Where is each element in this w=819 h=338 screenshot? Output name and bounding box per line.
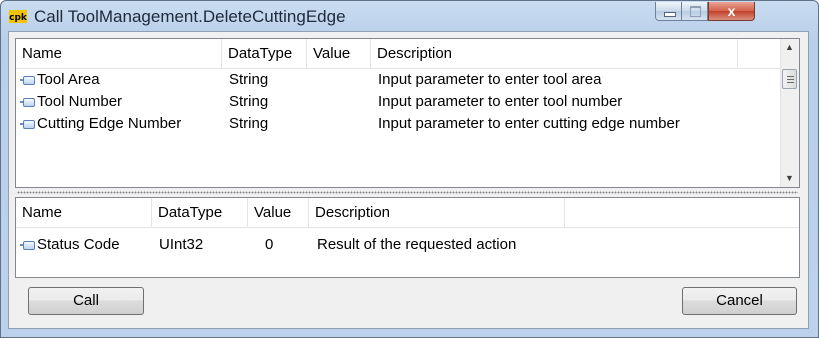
minimize-icon: [664, 12, 676, 17]
param-description: Input parameter to enter tool area: [378, 71, 602, 88]
column-header-value[interactable]: Value: [307, 39, 371, 68]
input-row-cutting-edge-number[interactable]: Cutting Edge Number String Input paramet…: [16, 113, 799, 135]
param-datatype: String: [229, 93, 269, 110]
minimize-button[interactable]: [655, 2, 682, 21]
output-grid-header: Name DataType Value Description: [16, 198, 799, 228]
column-header-description[interactable]: Description: [371, 39, 738, 68]
scroll-down-arrow-icon[interactable]: ▼: [781, 170, 798, 187]
param-name: Cutting Edge Number: [37, 115, 182, 132]
call-button[interactable]: Call: [28, 287, 144, 315]
parameter-icon: [20, 76, 35, 85]
column-header-datatype[interactable]: DataType: [222, 39, 307, 68]
input-parameters-grid[interactable]: Name DataType Value Description Tool Are…: [15, 38, 800, 188]
close-icon: x: [727, 3, 736, 19]
column-header-name[interactable]: Name: [16, 39, 222, 68]
param-name: Tool Number: [37, 93, 123, 110]
grid-splitter[interactable]: [15, 188, 800, 197]
column-header-filler: [565, 198, 799, 227]
param-description: Result of the requested action: [317, 236, 517, 253]
window-title: Call ToolManagement.DeleteCuttingEdge: [34, 7, 346, 26]
column-header-value[interactable]: Value: [248, 198, 309, 227]
vertical-scrollbar[interactable]: ▲ ▼: [780, 39, 799, 187]
input-row-tool-number[interactable]: Tool Number String Input parameter to en…: [16, 91, 799, 113]
parameter-icon: [20, 98, 35, 107]
cancel-button[interactable]: Cancel: [682, 287, 797, 315]
param-description: Input parameter to enter cutting edge nu…: [378, 115, 680, 132]
parameter-icon: [20, 120, 35, 129]
input-grid-header: Name DataType Value Description: [16, 39, 799, 69]
maximize-icon: [690, 6, 701, 17]
param-datatype: UInt32: [159, 236, 204, 253]
parameter-icon: [20, 241, 35, 250]
output-parameters-grid[interactable]: Name DataType Value Description Status C…: [15, 197, 800, 278]
param-description: Input parameter to enter tool number: [378, 93, 623, 110]
close-button[interactable]: x: [708, 2, 755, 21]
svg-text:cpk: cpk: [9, 13, 27, 23]
param-datatype: String: [229, 71, 269, 88]
maximize-button[interactable]: [682, 2, 708, 21]
column-header-filler: [738, 39, 782, 68]
input-row-tool-area[interactable]: Tool Area String Input parameter to ente…: [16, 69, 799, 91]
scroll-up-arrow-icon[interactable]: ▲: [781, 39, 798, 56]
param-name: Tool Area: [37, 71, 100, 88]
param-name: Status Code: [37, 236, 120, 253]
param-datatype: String: [229, 115, 269, 132]
cpk-logo-icon: cpk: [9, 10, 27, 23]
param-value: 0: [265, 236, 274, 253]
column-header-name[interactable]: Name: [16, 198, 152, 227]
column-header-description[interactable]: Description: [309, 198, 565, 227]
column-header-datatype[interactable]: DataType: [152, 198, 248, 227]
output-row-status-code[interactable]: Status Code UInt32 0 Result of the reque…: [16, 234, 799, 256]
title-bar[interactable]: cpk Call ToolManagement.DeleteCuttingEdg…: [1, 1, 818, 31]
scroll-thumb[interactable]: [782, 69, 797, 89]
